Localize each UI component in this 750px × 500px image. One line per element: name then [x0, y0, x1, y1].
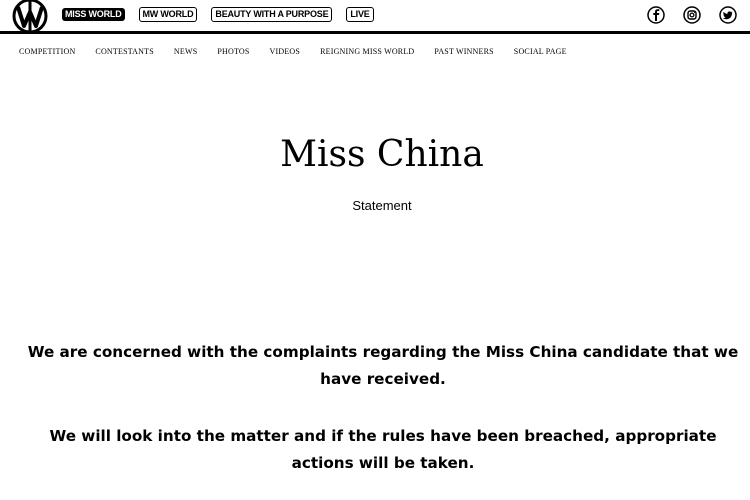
nav-item-photos[interactable]: PHOTOS	[217, 47, 249, 56]
social-links	[646, 5, 738, 25]
facebook-icon[interactable]	[646, 5, 666, 25]
header-divider	[0, 31, 750, 34]
top-bar: MISS WORLD MW WORLD BEAUTY WITH A PURPOS…	[0, 0, 750, 34]
nav-item-competition[interactable]: COMPETITION	[19, 47, 75, 56]
main-navigation: COMPETITION CONTESTANTS NEWS PHOTOS VIDE…	[19, 47, 587, 56]
nav-item-news[interactable]: NEWS	[174, 47, 197, 56]
twitter-icon[interactable]	[718, 5, 738, 25]
brand-link-miss-world[interactable]: MISS WORLD	[62, 8, 125, 21]
nav-item-videos[interactable]: VIDEOS	[270, 47, 301, 56]
brand-link-mw-world[interactable]: MW WORLD	[138, 7, 198, 22]
brand-link-live[interactable]: LIVE	[346, 7, 374, 22]
statement-paragraph: We are concerned with the complaints reg…	[27, 343, 739, 388]
nav-item-social-page[interactable]: SOCIAL PAGE	[514, 47, 567, 56]
nav-item-reigning-miss-world[interactable]: REIGNING MISS WORLD	[320, 47, 414, 56]
nav-item-contestants[interactable]: CONTESTANTS	[95, 47, 153, 56]
page-title: Miss China	[280, 134, 484, 175]
miss-world-logo-icon[interactable]	[9, 0, 51, 34]
brand-link-beauty-with-a-purpose[interactable]: BEAUTY WITH A PURPOSE	[211, 7, 333, 22]
statement-paragraph: We will look into the matter and if the …	[49, 427, 717, 472]
brand-links: MISS WORLD MW WORLD BEAUTY WITH A PURPOS…	[62, 7, 374, 22]
instagram-icon[interactable]	[682, 5, 702, 25]
page-subtitle: Statement	[352, 198, 412, 213]
nav-item-past-winners[interactable]: PAST WINNERS	[434, 47, 493, 56]
